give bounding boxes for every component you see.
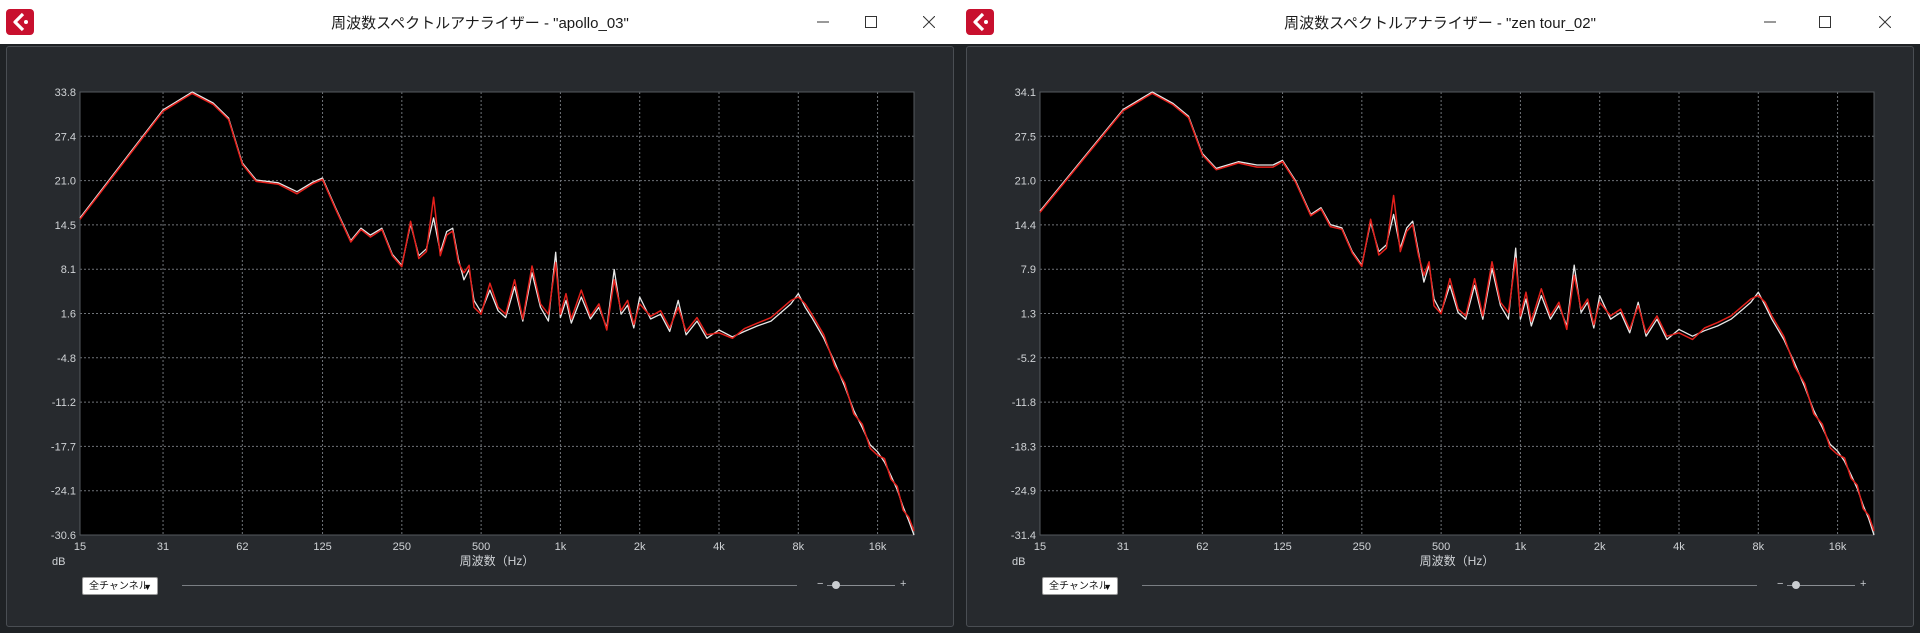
zoom-in-icon[interactable]: + (900, 578, 906, 590)
x-tick-label: 250 (1353, 541, 1371, 553)
x-tick-label: 1k (1515, 541, 1527, 553)
channel-select-value: 全チャンネル (1049, 581, 1109, 592)
x-tick-label: 500 (1432, 541, 1450, 553)
minimize-icon (817, 21, 829, 23)
y-tick-label: -4.8 (57, 353, 76, 365)
channel-select-value: 全チャンネル (89, 581, 149, 592)
y-tick-label: 27.4 (55, 131, 76, 143)
spectrum-analyzer-window-right: 周波数スペクトルアナライザー - "zen tour_02" 34.1 27.5 2… (960, 0, 1920, 633)
y-tick-label: 34.1 (1015, 87, 1036, 99)
x-tick-label: 16k (1829, 541, 1847, 553)
y-tick-label: 21.0 (55, 176, 76, 188)
minimize-icon (1764, 21, 1776, 23)
x-tick-label: 8k (1752, 541, 1764, 553)
maximize-icon (1819, 16, 1831, 28)
maximize-button[interactable] (848, 6, 894, 38)
close-button[interactable] (906, 6, 952, 38)
x-tick-label: 250 (393, 541, 411, 553)
channel-select[interactable]: 全チャンネル ▼ (1042, 577, 1118, 595)
x-tick-label: 31 (157, 541, 169, 553)
y-unit-label: dB (52, 556, 65, 568)
x-tick-label: 16k (869, 541, 887, 553)
x-tick-label: 62 (236, 541, 248, 553)
zoom-in-icon[interactable]: + (1860, 578, 1866, 590)
y-tick-label: -30.6 (51, 530, 76, 542)
y-unit-label: dB (1012, 556, 1025, 568)
minimize-button[interactable] (800, 6, 846, 38)
y-tick-label: -17.7 (51, 441, 76, 453)
analyzer-panel: 34.1 27.5 21.0 14.4 7.9 1.3 -5.2 -11.8 -18.3 -24.… (966, 46, 1914, 627)
x-tick-label: 125 (313, 541, 331, 553)
x-tick-label: 15 (74, 541, 86, 553)
y-tick-label: -5.2 (1017, 353, 1036, 365)
close-button[interactable] (1862, 6, 1908, 38)
spectrum-chart: 34.1 27.5 21.0 14.4 7.9 1.3 -5.2 -11.8 -18.3 -24.… (1011, 87, 1875, 568)
x-tick-label: 8k (792, 541, 804, 553)
x-tick-label: 4k (1673, 541, 1685, 553)
y-tick-label: -11.2 (52, 397, 76, 409)
x-tick-label: 4k (713, 541, 725, 553)
zoom-slider-handle[interactable] (832, 581, 840, 589)
x-tick-label: 1k (555, 541, 567, 553)
y-tick-label: 21.0 (1015, 176, 1036, 188)
y-tick-label: -24.9 (1011, 486, 1036, 498)
y-tick-label: 1.3 (1021, 309, 1036, 321)
minimize-button[interactable] (1747, 6, 1793, 38)
y-tick-label: -18.3 (1011, 441, 1036, 453)
close-icon (923, 16, 935, 28)
range-bar[interactable] (1142, 585, 1757, 586)
x-tick-label: 500 (472, 541, 490, 553)
y-tick-label: 27.5 (1015, 131, 1036, 143)
zoom-out-icon[interactable]: − (817, 578, 823, 590)
x-tick-label: 31 (1117, 541, 1129, 553)
x-axis-title: 周波数（Hz） (1420, 553, 1495, 568)
x-tick-label: 2k (1594, 541, 1606, 553)
zoom-out-icon[interactable]: − (1777, 578, 1783, 590)
spectrum-chart: 33.8 27.4 21.0 14.5 8.1 1.6 -4.8 -11.2 -17.7 -24.… (51, 87, 915, 568)
x-axis-title: 周波数（Hz） (460, 553, 535, 568)
chevron-down-icon: ▼ (143, 582, 152, 592)
y-tick-label: 8.1 (61, 264, 76, 276)
x-tick-label: 62 (1196, 541, 1208, 553)
y-tick-label: -31.4 (1011, 530, 1036, 542)
maximize-button[interactable] (1802, 6, 1848, 38)
analyzer-panel: 33.8 27.4 21.0 14.5 8.1 1.6 -4.8 -11.2 -17.7 -24.… (6, 46, 954, 627)
range-bar[interactable] (182, 585, 797, 586)
y-tick-label: -11.8 (1012, 397, 1036, 409)
close-icon (1879, 16, 1891, 28)
title-bar[interactable]: 周波数スペクトルアナライザー - "zen tour_02" (960, 0, 1920, 44)
x-tick-label: 125 (1273, 541, 1291, 553)
maximize-icon (865, 16, 877, 28)
y-tick-label: 7.9 (1021, 264, 1036, 276)
channel-select[interactable]: 全チャンネル ▼ (82, 577, 158, 595)
x-tick-label: 15 (1034, 541, 1046, 553)
y-tick-label: -24.1 (51, 486, 76, 498)
x-tick-label: 2k (634, 541, 646, 553)
spectrum-analyzer-window-left: 周波数スペクトルアナライザー - "apollo_03" 33.8 27.4 21.… (0, 0, 960, 633)
chevron-down-icon: ▼ (1103, 582, 1112, 592)
title-bar[interactable]: 周波数スペクトルアナライザー - "apollo_03" (0, 0, 960, 44)
y-tick-label: 14.4 (1015, 220, 1036, 232)
y-tick-label: 1.6 (61, 309, 76, 321)
y-tick-label: 33.8 (55, 87, 76, 99)
zoom-slider-handle[interactable] (1792, 581, 1800, 589)
y-tick-label: 14.5 (55, 220, 76, 232)
